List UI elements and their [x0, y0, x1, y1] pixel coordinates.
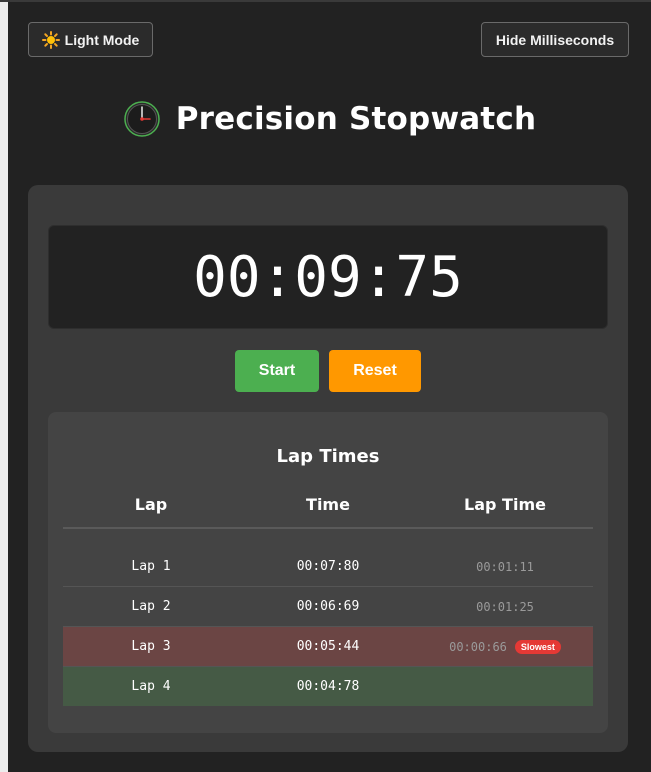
- lap-split-cell: [417, 667, 593, 706]
- lap-split-cell: 00:01:25: [417, 587, 593, 626]
- start-button[interactable]: Start: [235, 350, 319, 392]
- lap-split-time: 00:00:66: [449, 639, 507, 654]
- table-row: Lap 1 00:07:80 00:01:11: [63, 547, 593, 587]
- hide-milliseconds-button[interactable]: Hide Milliseconds: [481, 22, 629, 57]
- theme-toggle-label: Light Mode: [64, 31, 140, 48]
- clock-icon: [123, 101, 160, 137]
- controls: Start Reset: [28, 350, 628, 392]
- title-row: Precision Stopwatch: [8, 98, 651, 140]
- lap-label: Lap 3: [131, 639, 171, 654]
- lap-split-time: 00:01:25: [476, 599, 534, 614]
- lap-times-panel: Lap Times Lap Time Lap Time Lap 1 00:07:…: [48, 412, 608, 733]
- hide-milliseconds-label: Hide Milliseconds: [495, 31, 615, 48]
- column-header-lap: Lap: [134, 495, 168, 514]
- time-display: 00:09:75: [48, 225, 608, 329]
- lap-total-time: 00:07:80: [296, 559, 360, 574]
- lap-total-time: 00:05:44: [296, 639, 360, 654]
- stopwatch-card: 00:09:75 Start Reset Lap Times Lap Time …: [28, 185, 628, 752]
- slowest-badge: Slowest: [514, 639, 561, 654]
- column-header-lap-time: Lap Time: [464, 495, 546, 514]
- table-row-fastest: Lap 4 00:04:78: [63, 667, 593, 706]
- column-header-time: Time: [306, 495, 350, 514]
- lap-split-cell: 00:01:11: [417, 547, 593, 586]
- stopwatch-app: Light Mode Hide Milliseconds Precision S…: [8, 2, 651, 772]
- lap-total-time: 00:06:69: [296, 599, 360, 614]
- reset-button[interactable]: Reset: [329, 350, 421, 392]
- table-row: Lap 2 00:06:69 00:01:25: [63, 587, 593, 627]
- theme-toggle-button[interactable]: Light Mode: [28, 22, 153, 57]
- lap-label: Lap 1: [131, 559, 171, 574]
- table-row-slowest: Lap 3 00:05:44 00:00:66 Slowest: [63, 627, 593, 667]
- lap-label: Lap 4: [131, 679, 171, 694]
- lap-table-body: Lap 1 00:07:80 00:01:11 Lap 2 00:06:69 0…: [63, 547, 593, 706]
- lap-table-header: Lap Time Lap Time: [63, 495, 593, 529]
- lap-total-time: 00:04:78: [296, 679, 360, 694]
- lap-split-time: 00:01:11: [476, 559, 534, 574]
- lap-label: Lap 2: [131, 599, 171, 614]
- sun-icon: [41, 30, 60, 49]
- page-title: Precision Stopwatch: [175, 101, 537, 137]
- lap-times-title: Lap Times: [276, 446, 380, 467]
- lap-split-cell: 00:00:66 Slowest: [417, 627, 593, 666]
